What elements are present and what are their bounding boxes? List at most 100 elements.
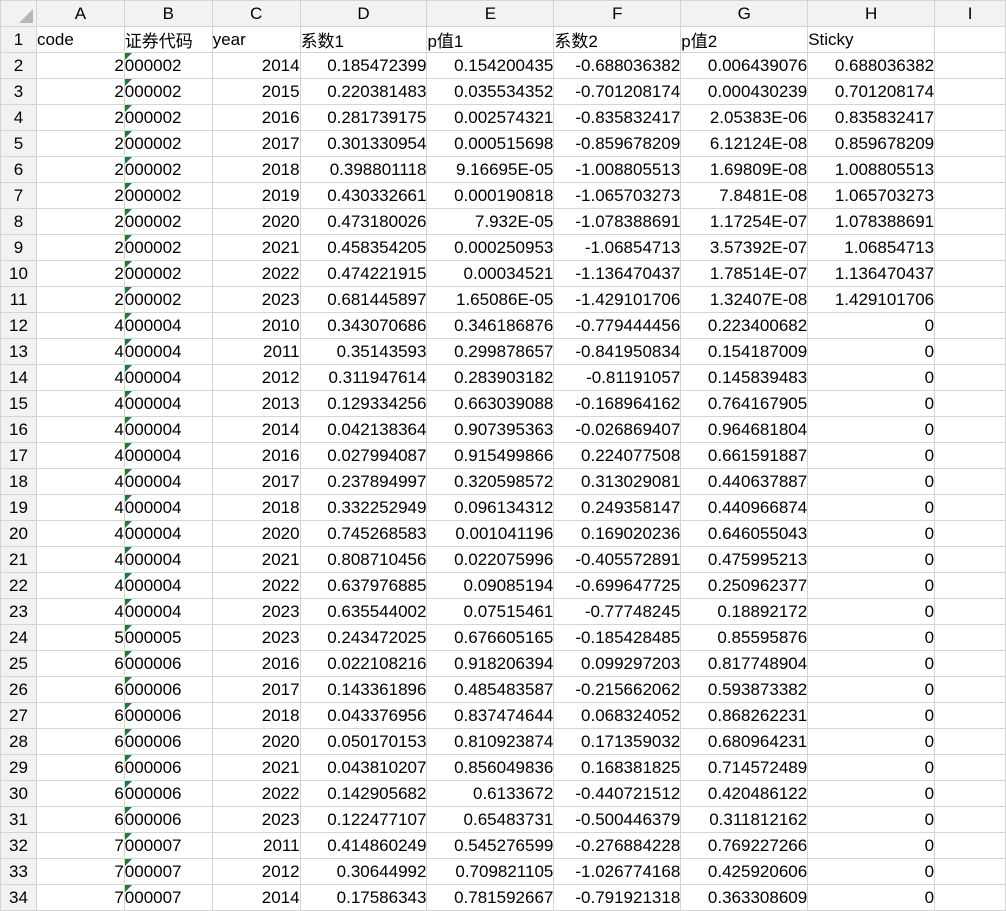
cell-b30[interactable]: 000006 xyxy=(123,780,213,807)
cell-i32[interactable] xyxy=(934,832,1006,859)
cell-f32[interactable]: -0.276884228 xyxy=(553,832,682,859)
cell-b2[interactable]: 000002 xyxy=(123,52,213,79)
cell-f18[interactable]: 0.313029081 xyxy=(553,468,682,495)
cell-e6[interactable]: 9.16695E-05 xyxy=(426,156,555,183)
cell-i15[interactable] xyxy=(934,390,1006,417)
cell-i24[interactable] xyxy=(934,624,1006,651)
cell-g28[interactable]: 0.680964231 xyxy=(680,728,809,755)
cell-b5[interactable]: 000002 xyxy=(123,130,213,157)
cell-c28[interactable]: 2020 xyxy=(211,728,301,755)
cell-f28[interactable]: 0.171359032 xyxy=(553,728,682,755)
cell-a8[interactable]: 2 xyxy=(35,208,125,235)
cell-i9[interactable] xyxy=(934,234,1006,261)
cell-b10[interactable]: 000002 xyxy=(123,260,213,287)
row-header[interactable]: 9 xyxy=(0,234,37,261)
cell-f3[interactable]: -0.701208174 xyxy=(553,78,682,105)
cell-a27[interactable]: 6 xyxy=(35,702,125,729)
row-header[interactable]: 3 xyxy=(0,78,37,105)
cell-d32[interactable]: 0.414860249 xyxy=(299,832,428,859)
cell-f33[interactable]: -1.026774168 xyxy=(553,858,682,885)
cell-h22[interactable]: 0 xyxy=(807,572,936,599)
cell-b4[interactable]: 000002 xyxy=(123,104,213,131)
row-header[interactable]: 6 xyxy=(0,156,37,183)
cell-b18[interactable]: 000004 xyxy=(123,468,213,495)
cell-a24[interactable]: 5 xyxy=(35,624,125,651)
cell-h21[interactable]: 0 xyxy=(807,546,936,573)
cell-h34[interactable]: 0 xyxy=(807,884,936,911)
row-header[interactable]: 7 xyxy=(0,182,37,209)
cell-i28[interactable] xyxy=(934,728,1006,755)
cell-i7[interactable] xyxy=(934,182,1006,209)
row-header[interactable]: 29 xyxy=(0,754,37,781)
cell-e27[interactable]: 0.837474644 xyxy=(426,702,555,729)
cell-i5[interactable] xyxy=(934,130,1006,157)
cell-a25[interactable]: 6 xyxy=(35,650,125,677)
cell-i33[interactable] xyxy=(934,858,1006,885)
row-header[interactable]: 5 xyxy=(0,130,37,157)
cell-i25[interactable] xyxy=(934,650,1006,677)
cell-h6[interactable]: 1.008805513 xyxy=(807,156,936,183)
cell-a34[interactable]: 7 xyxy=(35,884,125,911)
row-header[interactable]: 23 xyxy=(0,598,37,625)
cell-f23[interactable]: -0.77748245 xyxy=(553,598,682,625)
cell-f11[interactable]: -1.429101706 xyxy=(553,286,682,313)
cell-f12[interactable]: -0.779444456 xyxy=(553,312,682,339)
cell-c25[interactable]: 2016 xyxy=(211,650,301,677)
cell-d28[interactable]: 0.050170153 xyxy=(299,728,428,755)
cell-g21[interactable]: 0.475995213 xyxy=(680,546,809,573)
cell-i20[interactable] xyxy=(934,520,1006,547)
cell-c9[interactable]: 2021 xyxy=(211,234,301,261)
cell-g27[interactable]: 0.868262231 xyxy=(680,702,809,729)
cell-a26[interactable]: 6 xyxy=(35,676,125,703)
cell-e3[interactable]: 0.035534352 xyxy=(426,78,555,105)
cell-b23[interactable]: 000004 xyxy=(123,598,213,625)
cell-c4[interactable]: 2016 xyxy=(211,104,301,131)
cell-b28[interactable]: 000006 xyxy=(123,728,213,755)
cell-a32[interactable]: 7 xyxy=(35,832,125,859)
cell-c33[interactable]: 2012 xyxy=(211,858,301,885)
cell-g17[interactable]: 0.661591887 xyxy=(680,442,809,469)
cell-a9[interactable]: 2 xyxy=(35,234,125,261)
cell-g14[interactable]: 0.145839483 xyxy=(680,364,809,391)
cell-f15[interactable]: -0.168964162 xyxy=(553,390,682,417)
row-header[interactable]: 16 xyxy=(0,416,37,443)
row-header[interactable]: 13 xyxy=(0,338,37,365)
cell-f8[interactable]: -1.078388691 xyxy=(553,208,682,235)
cell-i34[interactable] xyxy=(934,884,1006,911)
cell-b29[interactable]: 000006 xyxy=(123,754,213,781)
cell-a15[interactable]: 4 xyxy=(35,390,125,417)
cell-a10[interactable]: 2 xyxy=(35,260,125,287)
cell-d3[interactable]: 0.220381483 xyxy=(299,78,428,105)
cell-h26[interactable]: 0 xyxy=(807,676,936,703)
cell-g22[interactable]: 0.250962377 xyxy=(680,572,809,599)
cell-b7[interactable]: 000002 xyxy=(123,182,213,209)
cell-g9[interactable]: 3.57392E-07 xyxy=(680,234,809,261)
cell-a16[interactable]: 4 xyxy=(35,416,125,443)
cell-b17[interactable]: 000004 xyxy=(123,442,213,469)
cell-g16[interactable]: 0.964681804 xyxy=(680,416,809,443)
cell-g10[interactable]: 1.78514E-07 xyxy=(680,260,809,287)
cell-h4[interactable]: 0.835832417 xyxy=(807,104,936,131)
cell-g3[interactable]: 0.000430239 xyxy=(680,78,809,105)
cell-h20[interactable]: 0 xyxy=(807,520,936,547)
cell-a31[interactable]: 6 xyxy=(35,806,125,833)
cell-e18[interactable]: 0.320598572 xyxy=(426,468,555,495)
cell-h11[interactable]: 1.429101706 xyxy=(807,286,936,313)
cell-e4[interactable]: 0.002574321 xyxy=(426,104,555,131)
cell-b13[interactable]: 000004 xyxy=(123,338,213,365)
cell-f27[interactable]: 0.068324052 xyxy=(553,702,682,729)
cell-b14[interactable]: 000004 xyxy=(123,364,213,391)
cell-f31[interactable]: -0.500446379 xyxy=(553,806,682,833)
select-all-corner[interactable] xyxy=(0,0,37,27)
cell-b16[interactable]: 000004 xyxy=(123,416,213,443)
cell-e2[interactable]: 0.154200435 xyxy=(426,52,555,79)
cell-c16[interactable]: 2014 xyxy=(211,416,301,443)
row-header[interactable]: 26 xyxy=(0,676,37,703)
cell-g11[interactable]: 1.32407E-08 xyxy=(680,286,809,313)
cell-e16[interactable]: 0.907395363 xyxy=(426,416,555,443)
cell-h17[interactable]: 0 xyxy=(807,442,936,469)
cell-d30[interactable]: 0.142905682 xyxy=(299,780,428,807)
row-header[interactable]: 15 xyxy=(0,390,37,417)
cell-a20[interactable]: 4 xyxy=(35,520,125,547)
cell-f5[interactable]: -0.859678209 xyxy=(553,130,682,157)
